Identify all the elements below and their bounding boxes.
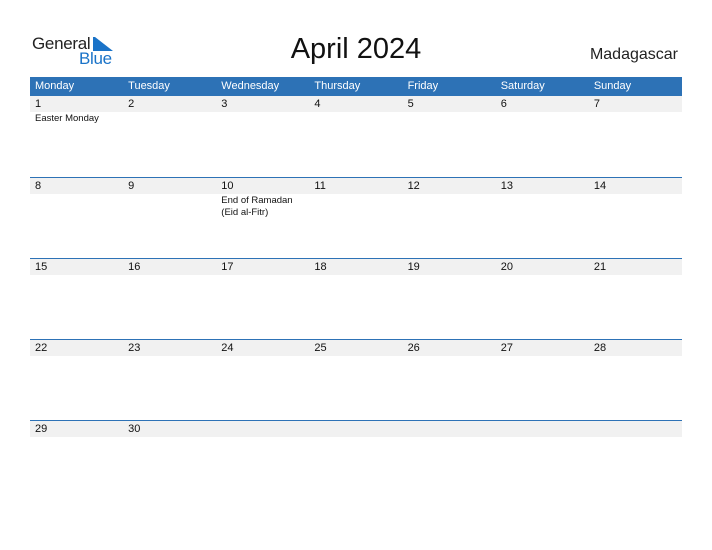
day-cell: 23 bbox=[123, 340, 216, 420]
day-cell: 14 bbox=[589, 178, 682, 258]
day-number: 19 bbox=[407, 261, 420, 273]
calendar-grid: Monday Tuesday Wednesday Thursday Friday… bbox=[30, 77, 682, 501]
day-number: 9 bbox=[128, 180, 135, 192]
day-number: 22 bbox=[35, 342, 48, 354]
day-number: 15 bbox=[35, 261, 48, 273]
day-number: 17 bbox=[221, 261, 234, 273]
weekday-friday: Friday bbox=[407, 80, 439, 92]
day-cell: 8 bbox=[30, 178, 123, 258]
week-row: 8 9 10 End of Ramadan (Eid al-Fitr) 11 12 13 14 bbox=[30, 177, 682, 258]
weekday-wednesday: Wednesday bbox=[221, 80, 280, 92]
week-row: 15 16 17 18 19 20 21 bbox=[30, 258, 682, 339]
day-number: 11 bbox=[314, 180, 326, 192]
day-number: 28 bbox=[593, 342, 607, 354]
week-row: 29 30 bbox=[30, 420, 682, 501]
day-cell bbox=[496, 421, 589, 501]
day-number: 3 bbox=[221, 98, 228, 110]
day-number: 18 bbox=[314, 261, 327, 273]
weekday-header: Monday Tuesday Wednesday Thursday Friday… bbox=[30, 77, 682, 96]
day-number: 29 bbox=[35, 423, 48, 435]
day-cell: 26 bbox=[403, 340, 496, 420]
day-cell: 13 bbox=[496, 178, 589, 258]
day-cell: 15 bbox=[30, 259, 123, 339]
day-cell: 3 bbox=[216, 96, 309, 177]
day-cell: 4 bbox=[309, 96, 402, 177]
day-number: 12 bbox=[407, 180, 420, 192]
day-cell: 16 bbox=[123, 259, 216, 339]
day-cell bbox=[589, 421, 682, 501]
day-cell: 7 bbox=[589, 96, 682, 177]
day-cell: 11 bbox=[309, 178, 402, 258]
day-cell: 18 bbox=[309, 259, 402, 339]
day-number: 16 bbox=[128, 261, 141, 273]
day-number: 20 bbox=[500, 261, 513, 273]
holiday-label: Easter Monday bbox=[35, 113, 99, 124]
day-cell: 9 bbox=[123, 178, 216, 258]
day-number: 1 bbox=[35, 98, 42, 110]
day-cell: 24 bbox=[216, 340, 309, 420]
day-cell: 21 bbox=[589, 259, 682, 339]
day-number: 5 bbox=[407, 98, 414, 110]
day-number: 8 bbox=[35, 180, 42, 192]
day-number: 26 bbox=[407, 342, 420, 354]
day-cell: 20 bbox=[496, 259, 589, 339]
day-cell: 17 bbox=[216, 259, 309, 339]
day-cell bbox=[403, 421, 496, 501]
weekday-thursday: Thursday bbox=[314, 80, 361, 92]
day-number: 24 bbox=[221, 342, 234, 354]
day-number: 21 bbox=[593, 261, 607, 273]
day-cell: 2 bbox=[123, 96, 216, 177]
day-number: 10 bbox=[221, 180, 234, 192]
day-cell: 10 End of Ramadan (Eid al-Fitr) bbox=[216, 178, 309, 258]
day-cell bbox=[309, 421, 402, 501]
day-cell: 22 bbox=[30, 340, 123, 420]
day-number: 4 bbox=[314, 98, 321, 110]
day-cell: 6 bbox=[496, 96, 589, 177]
day-cell: 5 bbox=[403, 96, 496, 177]
day-cell: 29 bbox=[30, 421, 123, 501]
country-label: Madagascar bbox=[589, 46, 678, 63]
weekday-sunday: Sunday bbox=[593, 80, 632, 92]
weekday-tuesday: Tuesday bbox=[128, 80, 170, 92]
day-number: 23 bbox=[128, 342, 141, 354]
day-cell bbox=[216, 421, 309, 501]
day-number: 14 bbox=[593, 180, 607, 192]
day-number: 2 bbox=[128, 98, 135, 110]
day-cell: 27 bbox=[496, 340, 589, 420]
day-cell: 12 bbox=[403, 178, 496, 258]
weeks-container: 1 Easter Monday 2 3 4 5 6 7 8 9 10 End of Ramadan (… bbox=[30, 96, 682, 501]
weekday-monday: Monday bbox=[35, 80, 75, 92]
day-cell: 30 bbox=[123, 421, 216, 501]
day-cell: 1 Easter Monday bbox=[30, 96, 123, 177]
week-row: 22 23 24 25 26 27 28 bbox=[30, 339, 682, 420]
day-number: 7 bbox=[593, 98, 600, 110]
week-row: 1 Easter Monday 2 3 4 5 6 7 bbox=[30, 96, 682, 177]
day-number: 30 bbox=[128, 423, 141, 435]
day-cell: 25 bbox=[309, 340, 402, 420]
day-cell: 19 bbox=[403, 259, 496, 339]
day-number: 6 bbox=[500, 98, 507, 110]
day-cell: 28 bbox=[589, 340, 682, 420]
weekday-saturday: Saturday bbox=[500, 80, 545, 92]
holiday-label: End of Ramadan (Eid al-Fitr) bbox=[221, 195, 293, 218]
day-number: 25 bbox=[314, 342, 327, 354]
day-number: 27 bbox=[500, 342, 513, 354]
day-number: 13 bbox=[500, 180, 513, 192]
